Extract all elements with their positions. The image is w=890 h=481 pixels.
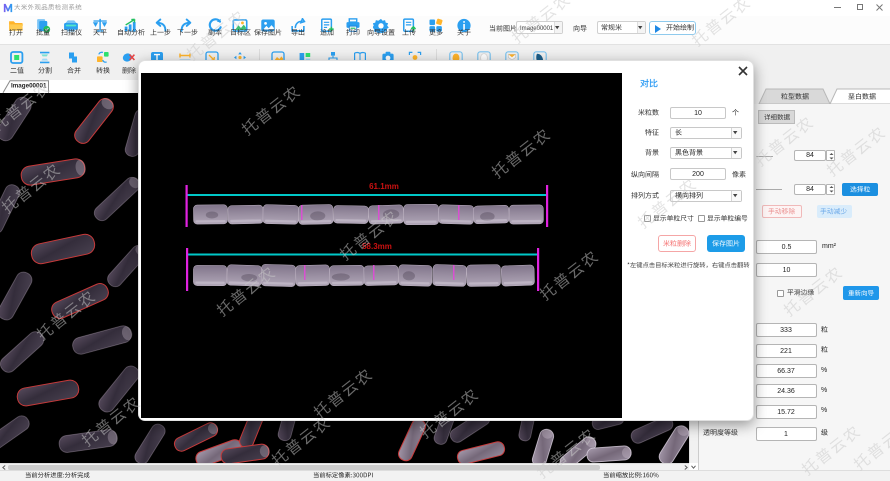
svg-text:58.3mm: 58.3mm: [362, 242, 392, 251]
svg-text:61.1mm: 61.1mm: [369, 182, 399, 191]
